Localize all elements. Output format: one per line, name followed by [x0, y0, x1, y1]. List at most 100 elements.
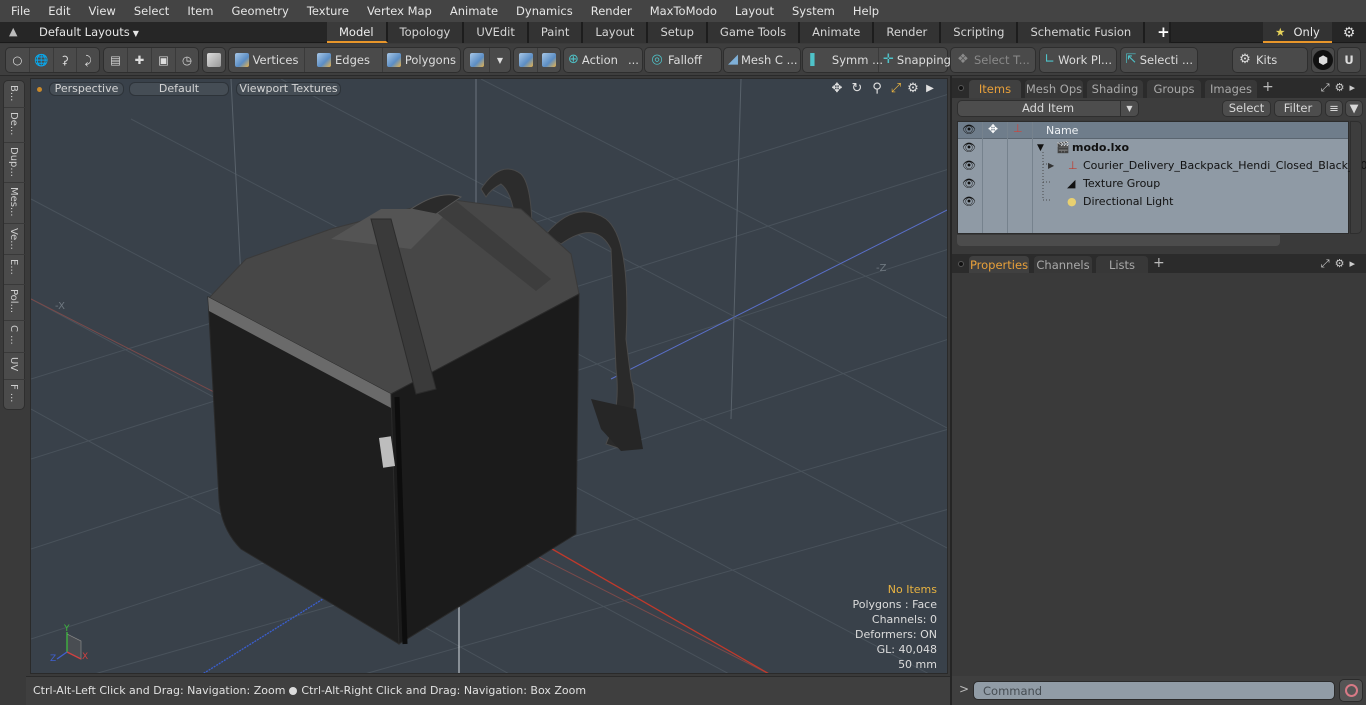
filter-funnel-icon[interactable]: ▼ — [1345, 100, 1363, 117]
palette-tab-basic[interactable]: B... — [4, 81, 26, 108]
selection-sets-button[interactable]: ⇱ Selecti ... — [1120, 47, 1198, 73]
panel-options-dot[interactable] — [958, 261, 964, 267]
tab-mesh-ops[interactable]: Mesh Ops — [1025, 80, 1083, 98]
material-dropdown-icon[interactable]: ▼ — [490, 48, 510, 72]
menu-maxtomodo[interactable]: MaxToModo — [641, 0, 726, 22]
tab-uvedit[interactable]: UVEdit — [464, 22, 529, 43]
stack-tool-icon[interactable]: ▤ — [104, 48, 128, 72]
menu-view[interactable]: View — [80, 0, 125, 22]
panel-arrow-icon[interactable]: ▸ — [1349, 257, 1360, 270]
tab-schematic-fusion[interactable]: Schematic Fusion — [1018, 22, 1146, 43]
viewport-options-dot[interactable] — [37, 87, 42, 92]
panel-options-dot[interactable] — [958, 85, 964, 91]
add-panel-tab-button[interactable]: + — [1262, 79, 1274, 95]
tab-lists[interactable]: Lists — [1096, 256, 1148, 274]
palette-tab-curve[interactable]: C ... — [4, 321, 26, 353]
maximize-panel-icon[interactable]: ⤢ — [1321, 81, 1335, 94]
menu-select[interactable]: Select — [125, 0, 178, 22]
column-name[interactable]: Name — [1046, 124, 1078, 137]
action-center-button[interactable]: ⊕ Action... — [563, 47, 643, 73]
transform-handle-icon[interactable] — [514, 48, 538, 72]
menu-system[interactable]: System — [783, 0, 844, 22]
menu-edit[interactable]: Edit — [39, 0, 79, 22]
item-mode-button[interactable] — [202, 47, 226, 73]
shading-dropdown[interactable]: Default — [129, 82, 229, 96]
add-tab-button[interactable]: + — [1145, 22, 1172, 43]
palette-tab-polygon[interactable]: Pol... — [4, 285, 26, 321]
tab-paint[interactable]: Paint — [528, 22, 584, 43]
palette-tab-deform[interactable]: De... — [4, 108, 26, 143]
sphere-tool-icon[interactable]: 🌐 — [30, 48, 54, 72]
menu-file[interactable]: File — [0, 0, 39, 22]
tab-scripting[interactable]: Scripting — [941, 22, 1019, 43]
polygons-mode-button[interactable]: Polygons — [383, 48, 460, 72]
maximize-icon[interactable]: ⤢ — [888, 81, 904, 97]
layouts-dropdown[interactable]: Default Layouts ▼ — [39, 22, 139, 43]
collapse-up-icon[interactable]: ▲ — [9, 26, 21, 38]
tab-groups[interactable]: Groups — [1147, 80, 1201, 98]
list-options-icon[interactable]: ≡ — [1325, 100, 1343, 117]
dial-tool-icon[interactable]: ◷ — [176, 48, 198, 72]
palette-tab-edge[interactable]: E... — [4, 255, 26, 285]
palette-tab-fusion[interactable]: F ... — [4, 380, 26, 410]
add-item-dropdown-icon[interactable]: ▼ — [1120, 101, 1138, 116]
panel-gear-icon[interactable]: ⚙ — [1335, 81, 1350, 94]
visibility-eye-icon[interactable]: 👁 — [962, 159, 976, 173]
record-macro-button[interactable] — [1339, 679, 1363, 702]
menu-render[interactable]: Render — [582, 0, 641, 22]
viewport-textures-dropdown[interactable]: Viewport Textures — [236, 82, 341, 96]
menu-item[interactable]: Item — [178, 0, 222, 22]
zoom-icon[interactable]: ⚲ — [869, 81, 885, 97]
falloff-button[interactable]: ◎ Falloff — [644, 47, 722, 73]
rotate-icon[interactable]: ↻ — [849, 81, 865, 97]
only-toggle[interactable]: ★ Only — [1263, 22, 1332, 43]
visibility-eye-icon[interactable]: 👁 — [962, 177, 976, 191]
pan-icon[interactable]: ✥ — [829, 81, 845, 97]
filter-button[interactable]: Filter — [1274, 100, 1322, 117]
symmetry-button[interactable]: ❚ Symm ... — [803, 48, 883, 72]
tab-topology[interactable]: Topology — [387, 22, 465, 43]
item-list-horizontal-scrollbar[interactable] — [957, 235, 1280, 246]
panel-arrow-icon[interactable]: ▸ — [1349, 81, 1360, 94]
menu-layout[interactable]: Layout — [726, 0, 783, 22]
view-type-dropdown[interactable]: Perspective — [49, 82, 124, 96]
tab-game-tools[interactable]: Game Tools — [707, 22, 801, 43]
command-input[interactable] — [973, 681, 1335, 700]
tab-items[interactable]: Items — [969, 80, 1021, 98]
viewport-expand-arrow-icon[interactable]: ▶ — [922, 81, 938, 97]
panel-gear-icon[interactable]: ⚙ — [1335, 257, 1350, 270]
tab-layout[interactable]: Layout — [583, 22, 649, 43]
pen-tool-icon[interactable]: ⚳ — [54, 48, 78, 72]
viewport-gear-icon[interactable]: ⚙ — [905, 81, 921, 97]
menu-texture[interactable]: Texture — [298, 0, 358, 22]
menu-animate[interactable]: Animate — [441, 0, 507, 22]
unreal-button[interactable]: U — [1337, 47, 1361, 73]
palette-tab-vertex[interactable]: Ve... — [4, 224, 26, 255]
mesh-constraint-button[interactable]: ◢ Mesh C ... — [723, 47, 801, 73]
snapping-button[interactable]: ✛ Snapping — [879, 48, 951, 72]
add-item-button[interactable]: Add Item ▼ — [957, 100, 1139, 117]
tab-setup[interactable]: Setup — [648, 22, 708, 43]
kits-button[interactable]: ⚙ Kits — [1232, 47, 1308, 73]
backpack-model[interactable] — [207, 168, 643, 645]
vertices-mode-button[interactable]: Vertices — [229, 48, 305, 72]
tab-shading[interactable]: Shading — [1087, 80, 1143, 98]
pivot-handle-icon[interactable] — [538, 48, 560, 72]
unity-button[interactable]: ⬢ — [1311, 47, 1335, 73]
tab-images[interactable]: Images — [1205, 80, 1257, 98]
tab-channels[interactable]: Channels — [1034, 256, 1092, 274]
material-mode-button[interactable] — [464, 48, 490, 72]
maximize-panel-icon[interactable]: ⤢ — [1321, 257, 1335, 270]
palette-tab-duplicate[interactable]: Dup... — [4, 143, 26, 183]
circle-tool-icon[interactable]: ○ — [6, 48, 30, 72]
frame-tool-icon[interactable]: ▣ — [152, 48, 176, 72]
tree-row-scene[interactable]: 👁 ▼ 🎬 modo.lxo — [958, 139, 1348, 157]
edges-mode-button[interactable]: Edges — [305, 48, 383, 72]
select-button[interactable]: Select — [1222, 100, 1271, 117]
item-list-vertical-scrollbar[interactable] — [1350, 121, 1362, 234]
curve-tool-icon[interactable]: ⤸ — [77, 48, 99, 72]
work-plane-button[interactable]: ∟ Work Pl... — [1039, 47, 1117, 73]
tab-model[interactable]: Model — [327, 22, 388, 43]
tab-animate[interactable]: Animate — [800, 22, 875, 43]
visibility-eye-icon[interactable]: 👁 — [962, 141, 976, 155]
